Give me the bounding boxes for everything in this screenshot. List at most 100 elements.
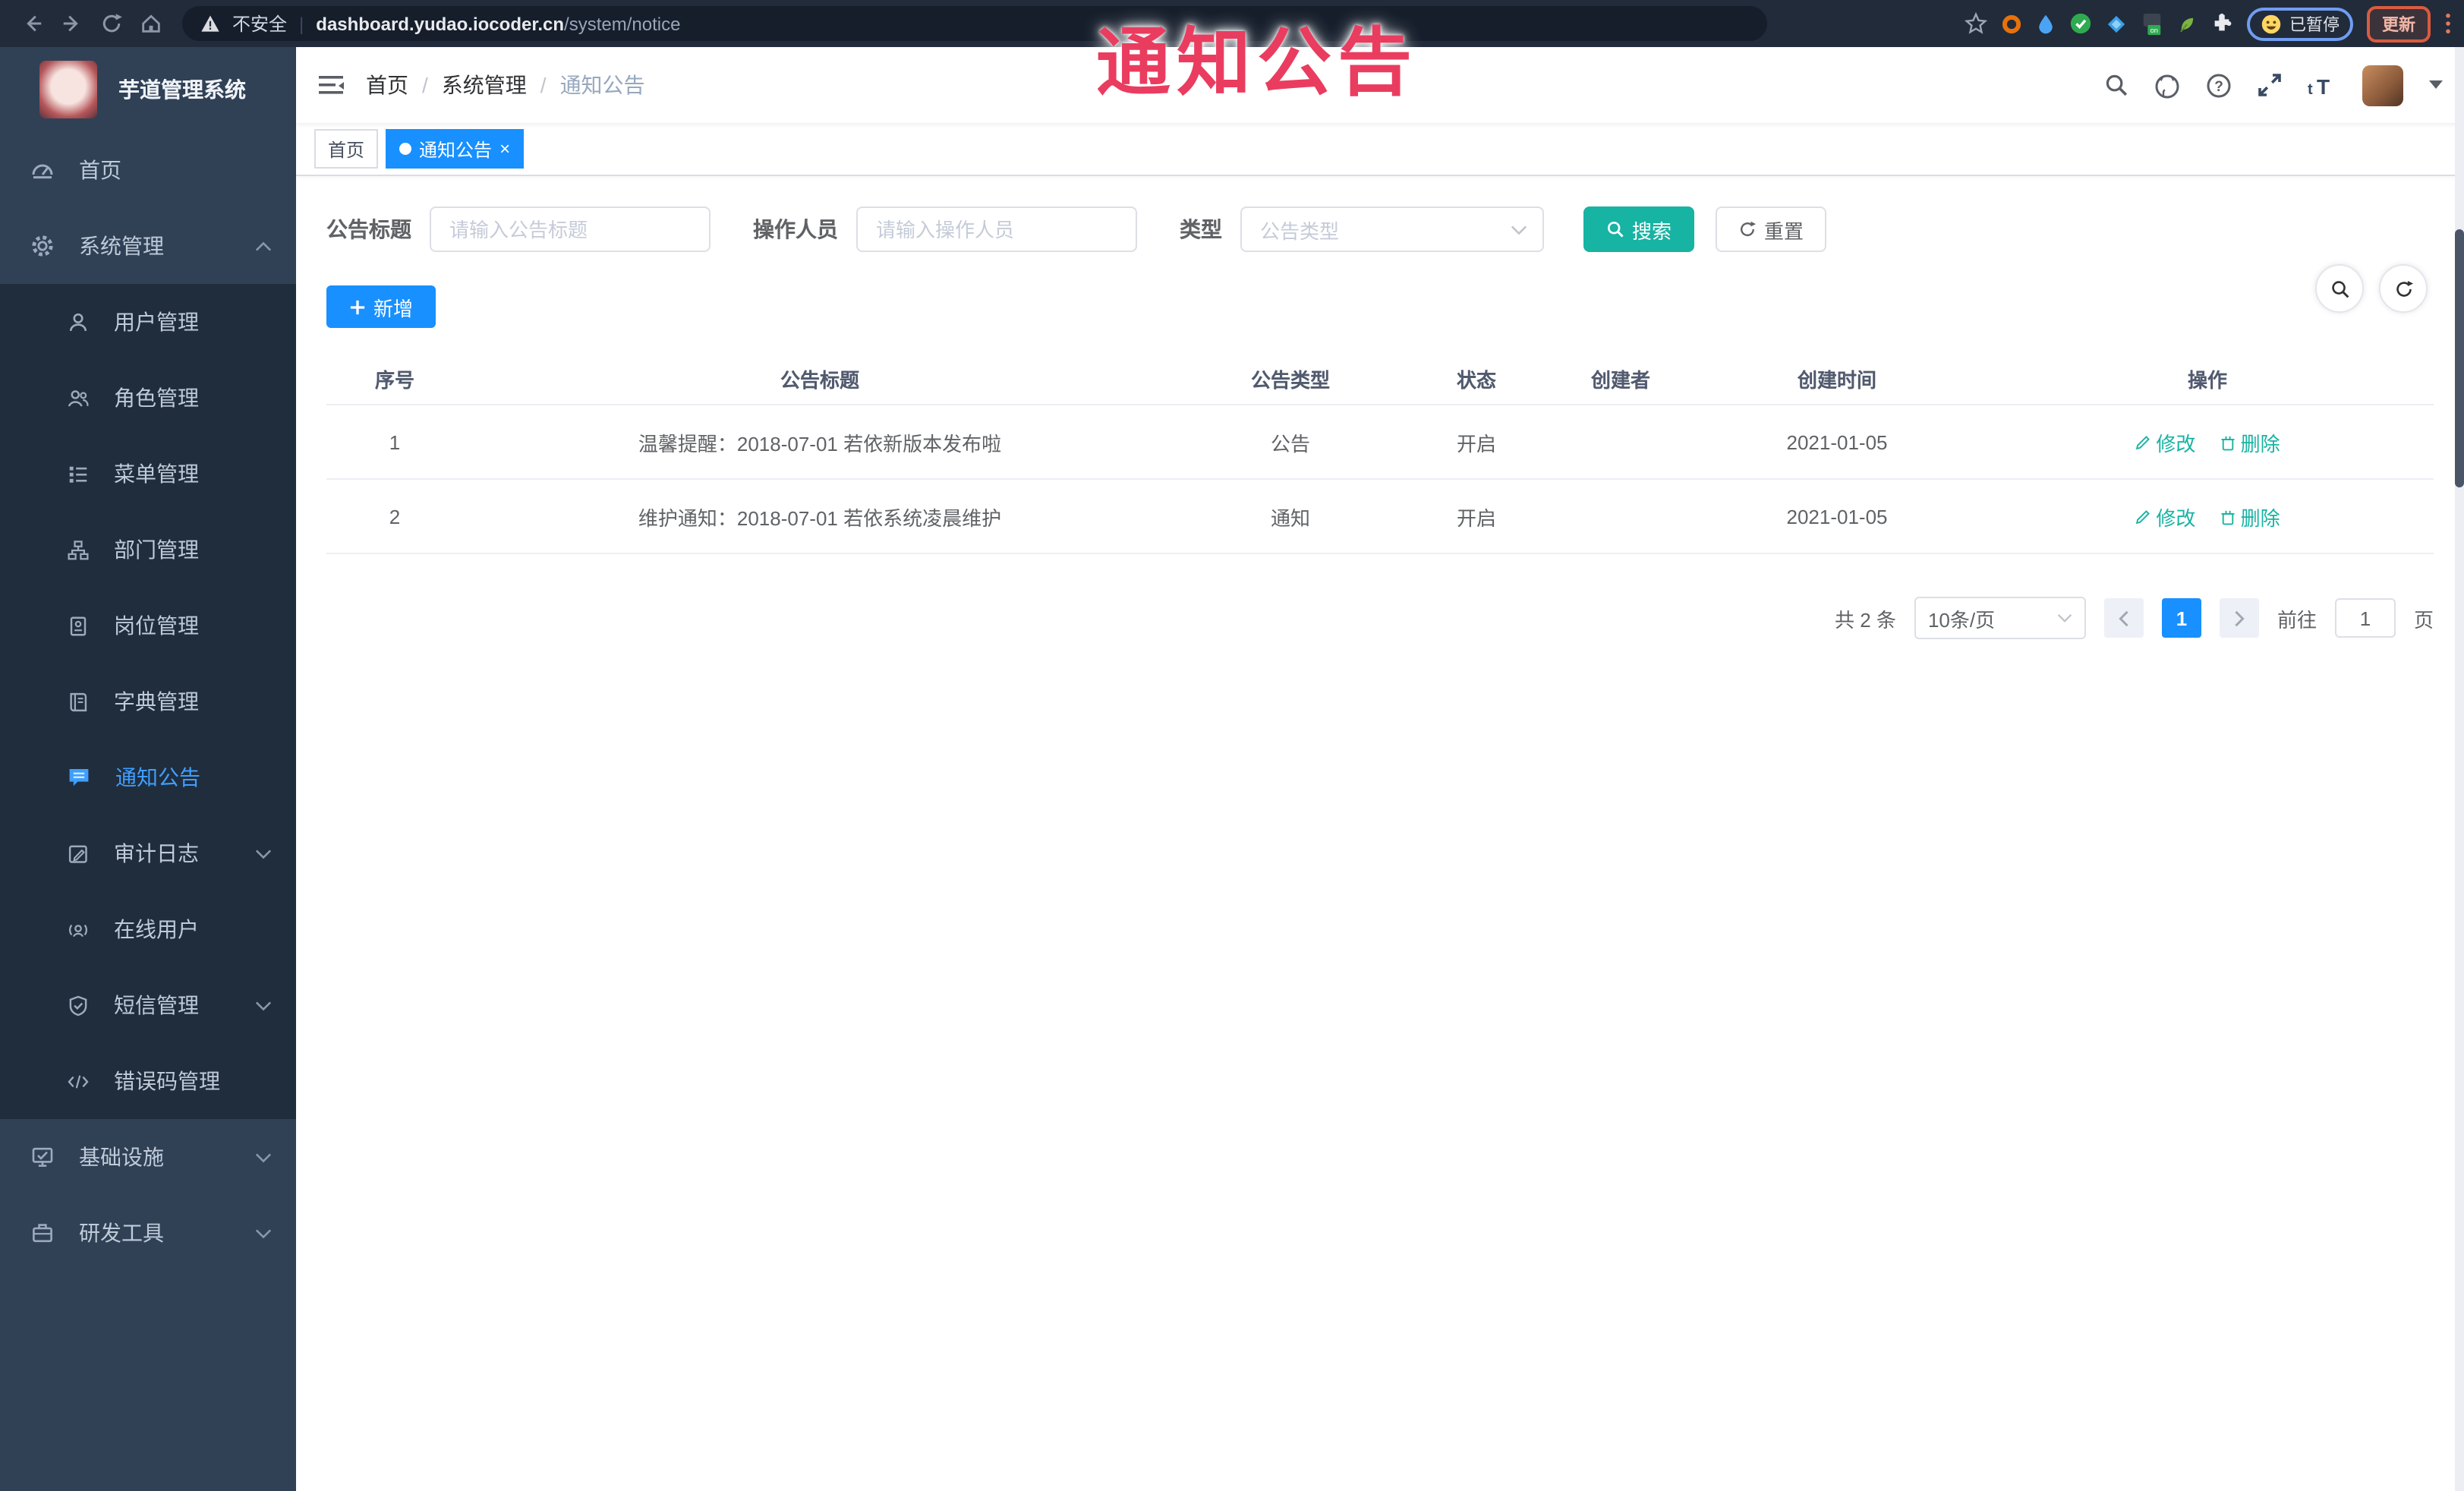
fullscreen-icon[interactable] xyxy=(2258,73,2282,97)
sidebar-item-notices[interactable]: 通知公告 xyxy=(0,739,296,815)
address-bar[interactable]: 不安全 | dashboard.yudao.iocoder.cn/system/… xyxy=(182,6,1767,41)
scrollbar-thumb[interactable] xyxy=(2455,229,2464,487)
pagination-total: 共 2 条 xyxy=(1835,608,1896,631)
operator-filter-label: 操作人员 xyxy=(753,217,838,241)
extension-green-circle-icon[interactable] xyxy=(2069,12,2092,35)
sidebar-item-label: 菜单管理 xyxy=(114,462,199,486)
sidebar-item-departments[interactable]: 部门管理 xyxy=(0,512,296,588)
breadcrumb-current: 通知公告 xyxy=(559,73,645,97)
type-filter-label: 类型 xyxy=(1180,217,1222,241)
search-icon xyxy=(1607,221,1624,238)
edit-link[interactable]: 修改 xyxy=(2135,502,2195,531)
font-size-icon[interactable]: tT xyxy=(2308,74,2336,96)
tab-close-icon[interactable]: × xyxy=(499,140,510,158)
prev-page-button[interactable] xyxy=(2103,598,2144,638)
home-icon xyxy=(141,14,159,33)
sidebar-item-dictionaries[interactable]: 字典管理 xyxy=(0,664,296,739)
app-logo-row[interactable]: 芋道管理系统 xyxy=(0,47,296,132)
page-scrollbar[interactable] xyxy=(2455,47,2464,1491)
page-unit-label: 页 xyxy=(2413,608,2434,631)
cell-created: 2021-01-05 xyxy=(1786,430,1888,453)
tab-notices[interactable]: 通知公告 × xyxy=(386,129,525,169)
extension-dark-on-badge-icon[interactable]: on xyxy=(2141,11,2163,36)
sidebar-item-label: 研发工具 xyxy=(79,1221,164,1245)
browser-forward-button[interactable] xyxy=(52,4,91,43)
kebab-menu-icon[interactable] xyxy=(2444,12,2452,35)
extension-blue-diamond-icon[interactable] xyxy=(2106,13,2127,34)
tab-label: 首页 xyxy=(328,139,365,160)
help-icon[interactable]: ? xyxy=(2206,72,2232,98)
sidebar-item-posts[interactable]: 岗位管理 xyxy=(0,588,296,664)
title-filter-input[interactable] xyxy=(430,206,711,252)
sidebar-item-menus[interactable]: 菜单管理 xyxy=(0,436,296,512)
sidebar-item-roles[interactable]: 角色管理 xyxy=(0,360,296,436)
online-users-icon xyxy=(68,923,88,937)
reload-icon xyxy=(102,14,121,33)
sidebar-item-online-users[interactable]: 在线用户 xyxy=(0,891,296,967)
chevron-down-icon xyxy=(255,849,272,859)
extension-green-leaf-icon[interactable] xyxy=(2177,13,2197,34)
extension-orange-ring-icon[interactable] xyxy=(2001,13,2022,34)
breadcrumb-home[interactable]: 首页 xyxy=(366,70,408,100)
chevron-down-icon xyxy=(2057,614,2072,623)
svg-text:T: T xyxy=(2317,74,2330,96)
profile-paused-badge[interactable]: 已暂停 xyxy=(2247,7,2353,40)
toggle-search-button[interactable] xyxy=(2315,264,2364,313)
delete-link[interactable]: 删除 xyxy=(2220,427,2280,456)
svg-text:on: on xyxy=(2150,26,2158,33)
browser-update-button[interactable]: 更新 xyxy=(2367,5,2431,42)
refresh-table-button[interactable] xyxy=(2379,264,2428,313)
sidebar-item-sms[interactable]: 短信管理 xyxy=(0,967,296,1043)
user-avatar[interactable] xyxy=(2362,65,2403,106)
current-page-button[interactable]: 1 xyxy=(2161,598,2201,638)
browser-back-button[interactable] xyxy=(12,4,52,43)
type-filter-select[interactable]: 公告类型 xyxy=(1240,206,1544,252)
sidebar-item-users[interactable]: 用户管理 xyxy=(0,284,296,360)
next-page-button[interactable] xyxy=(2219,598,2259,638)
dashboard-icon xyxy=(32,164,53,179)
sidebar-item-label: 角色管理 xyxy=(114,386,199,410)
sidebar-item-home[interactable]: 首页 xyxy=(0,132,296,208)
bookmark-star-icon[interactable] xyxy=(1965,12,1987,35)
svg-text:t: t xyxy=(2308,80,2313,96)
sidebar-item-error-codes[interactable]: 错误码管理 xyxy=(0,1043,296,1119)
forward-icon xyxy=(62,15,77,32)
main-area: 首页 / 系统管理 / 通知公告 ? tT 首页 通知公告 × 公告标题 请输入… xyxy=(296,47,2464,1491)
sidebar-item-infrastructure[interactable]: 基础设施 xyxy=(0,1119,296,1195)
extensions-puzzle-icon[interactable] xyxy=(2210,12,2233,35)
sidebar-item-system[interactable]: 系统管理 xyxy=(0,208,296,284)
breadcrumb-system[interactable]: 系统管理 xyxy=(442,70,527,100)
caret-down-icon[interactable] xyxy=(2429,80,2443,90)
page-size-select[interactable]: 10条/页 xyxy=(1914,597,2086,639)
sidebar-fold-icon[interactable] xyxy=(317,73,345,97)
browser-home-button[interactable] xyxy=(131,4,170,43)
reset-button[interactable]: 重置 xyxy=(1716,206,1827,252)
search-icon[interactable] xyxy=(2104,73,2128,97)
cell-status: 开启 xyxy=(1456,506,1496,529)
github-icon[interactable] xyxy=(2154,72,2180,98)
cell-title: 维护通知：2018-07-01 若依系统凌晨维护 xyxy=(638,506,1002,529)
audit-icon xyxy=(68,844,87,862)
browser-reload-button[interactable] xyxy=(91,4,131,43)
col-title: 公告标题 xyxy=(780,368,859,391)
extension-blue-drop-icon[interactable] xyxy=(2036,13,2056,34)
active-tab-dot xyxy=(399,143,412,155)
tab-home[interactable]: 首页 xyxy=(314,129,379,169)
goto-page-input[interactable] xyxy=(2334,598,2396,638)
sidebar-item-dev-tools[interactable]: 研发工具 xyxy=(0,1195,296,1271)
table-toolbar xyxy=(2315,264,2428,313)
trash-icon xyxy=(2221,435,2235,450)
operator-filter-input[interactable] xyxy=(856,206,1137,252)
sidebar-item-label: 错误码管理 xyxy=(114,1069,220,1093)
search-button[interactable]: 搜索 xyxy=(1583,206,1695,252)
tab-label: 通知公告 xyxy=(419,139,493,160)
edit-link[interactable]: 修改 xyxy=(2135,427,2195,456)
chevron-right-icon xyxy=(2235,610,2245,626)
cell-actions: 修改 删除 xyxy=(1981,427,2434,456)
delete-link[interactable]: 删除 xyxy=(2220,502,2280,531)
roles-icon xyxy=(68,389,89,406)
sidebar-item-label: 基础设施 xyxy=(79,1145,164,1169)
cell-type: 通知 xyxy=(1270,506,1310,529)
add-button[interactable]: 新增 xyxy=(326,285,436,328)
sidebar-item-audit-logs[interactable]: 审计日志 xyxy=(0,815,296,891)
